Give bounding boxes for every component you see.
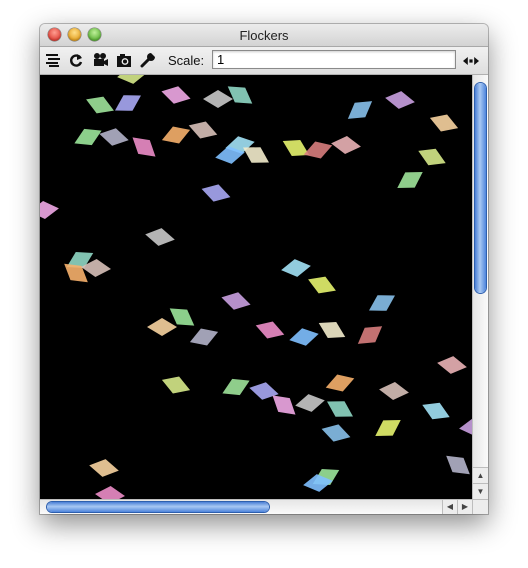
flocker bbox=[227, 86, 253, 104]
flocker bbox=[147, 318, 177, 336]
left-right-arrows-icon[interactable] bbox=[463, 53, 479, 69]
flocker bbox=[375, 420, 401, 436]
flocker bbox=[161, 126, 191, 144]
flocker bbox=[321, 424, 351, 442]
flocker bbox=[331, 136, 361, 154]
scale-input[interactable] bbox=[212, 50, 456, 69]
flocker bbox=[385, 91, 415, 109]
flocker bbox=[40, 201, 59, 219]
horizontal-scroll-thumb[interactable] bbox=[47, 502, 269, 512]
flocker bbox=[369, 295, 395, 311]
scroll-corner bbox=[472, 499, 488, 514]
movie-camera-icon[interactable] bbox=[92, 52, 108, 68]
flocker bbox=[379, 382, 409, 400]
scroll-left-arrow-icon[interactable]: ◀ bbox=[442, 500, 457, 514]
flocker bbox=[161, 376, 191, 394]
flocker bbox=[422, 402, 450, 420]
flocker bbox=[295, 394, 325, 412]
horizontal-scrollbar[interactable]: ◀ ▶ bbox=[40, 499, 472, 514]
flocker bbox=[347, 101, 373, 119]
flocker bbox=[308, 276, 336, 294]
flocker bbox=[357, 326, 383, 344]
flocker bbox=[89, 459, 119, 477]
display-toolbar: Scale: bbox=[40, 47, 488, 75]
flocker bbox=[255, 321, 285, 339]
flocker bbox=[145, 228, 175, 246]
flocker bbox=[418, 148, 446, 166]
flocker bbox=[203, 90, 233, 108]
flocker bbox=[188, 121, 218, 139]
flocker bbox=[115, 95, 141, 111]
vertical-scroll-thumb[interactable] bbox=[475, 83, 486, 293]
flocker bbox=[86, 96, 114, 114]
refresh-icon[interactable] bbox=[68, 52, 84, 68]
flocker bbox=[318, 322, 346, 338]
flocker bbox=[325, 374, 355, 392]
flocker bbox=[282, 140, 310, 156]
flocker bbox=[132, 137, 156, 157]
flocker bbox=[117, 75, 147, 84]
flocker bbox=[221, 292, 251, 310]
flocker bbox=[446, 455, 470, 475]
wrench-icon[interactable] bbox=[140, 52, 156, 68]
layers-icon[interactable] bbox=[45, 52, 61, 68]
flocker bbox=[437, 356, 467, 374]
flocker bbox=[161, 86, 191, 104]
scroll-down-arrow-icon[interactable]: ▼ bbox=[473, 483, 488, 499]
flocker bbox=[429, 114, 459, 132]
flocker bbox=[95, 486, 125, 499]
window-title: Flockers bbox=[239, 28, 289, 43]
title-bar[interactable]: Flockers bbox=[40, 24, 488, 47]
flocker bbox=[397, 172, 423, 188]
vertical-scrollbar[interactable]: ▲ ▼ bbox=[472, 75, 488, 499]
flockers-window: Flockers Scale: 1 ▲ ▼ ◀ ▶ bbox=[40, 24, 488, 514]
scroll-right-arrow-icon[interactable]: ▶ bbox=[457, 500, 472, 514]
flocker bbox=[74, 128, 102, 146]
flocker bbox=[189, 328, 219, 346]
flocker bbox=[281, 259, 311, 277]
flock-svg bbox=[40, 75, 472, 499]
flocker bbox=[459, 418, 472, 436]
flocker bbox=[327, 401, 353, 417]
flocker bbox=[289, 328, 319, 346]
flocker bbox=[222, 378, 250, 396]
flocker bbox=[99, 128, 129, 146]
scale-label: Scale: bbox=[168, 53, 205, 68]
scroll-up-arrow-icon[interactable]: ▲ bbox=[473, 467, 488, 483]
snapshot-camera-icon[interactable] bbox=[116, 52, 132, 68]
flock-display[interactable] bbox=[40, 75, 472, 499]
flocker bbox=[201, 184, 231, 202]
